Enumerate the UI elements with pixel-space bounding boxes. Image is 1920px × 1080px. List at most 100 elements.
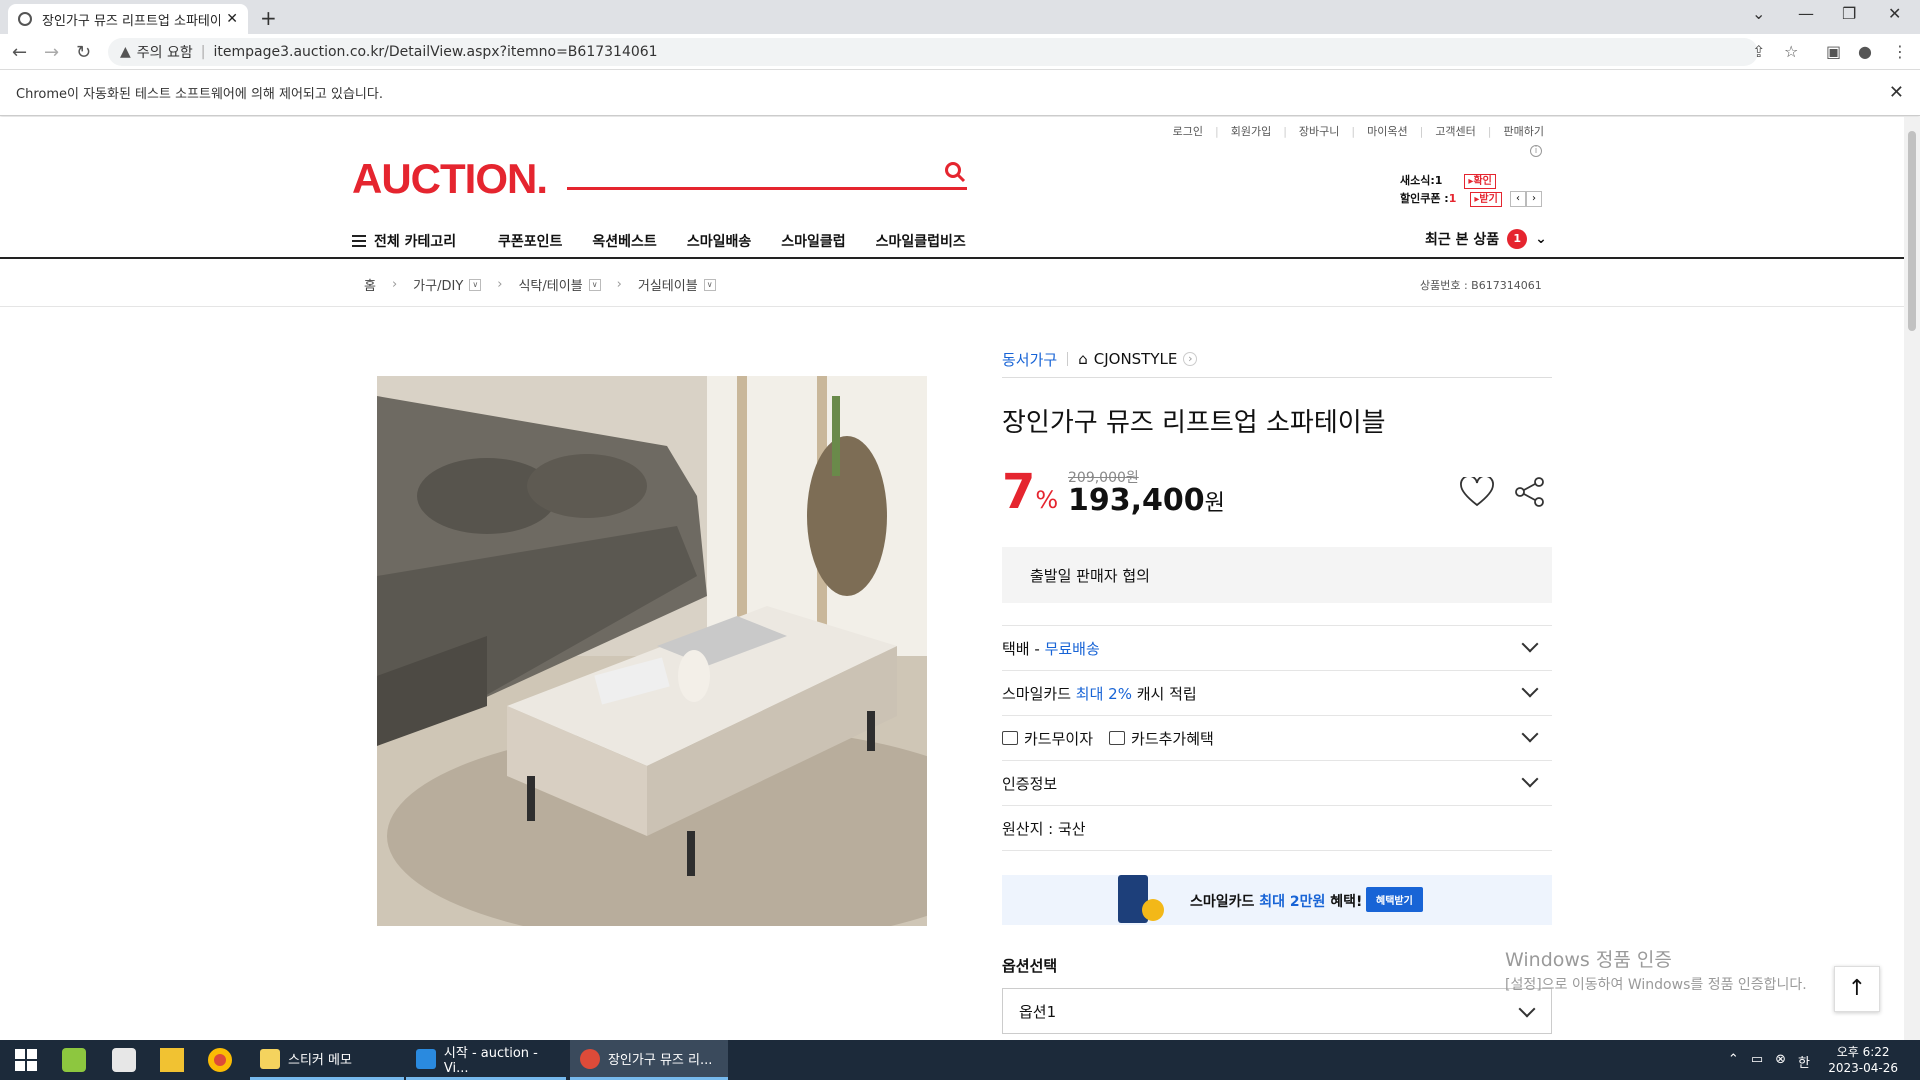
- network-icon[interactable]: ▭: [1751, 1052, 1763, 1071]
- app-icon[interactable]: [112, 1048, 136, 1072]
- customer-center-link[interactable]: 고객센터: [1420, 123, 1475, 139]
- automation-infobar: Chrome이 자동화된 테스트 소프트웨어에 의해 제어되고 있습니다. ✕: [0, 70, 1920, 116]
- product-image[interactable]: [377, 376, 927, 926]
- new-message-label: 새소식:: [1400, 174, 1435, 187]
- chrome-icon[interactable]: [208, 1048, 232, 1072]
- breadcrumb-home[interactable]: 홈: [364, 275, 376, 294]
- close-window-button[interactable]: ✕: [1888, 4, 1901, 23]
- recent-items-button[interactable]: 최근 본 상품 1 ⌄: [1425, 229, 1547, 249]
- product-code: 상품번호 : B617314061: [1420, 279, 1542, 292]
- taskbar-app-chrome[interactable]: 장인가구 뮤즈 리...: [570, 1040, 728, 1080]
- nav-smile-club[interactable]: 스마일클럽: [781, 231, 845, 251]
- smilecard-highlight: 최대 2%: [1075, 684, 1132, 703]
- globe-icon: [18, 12, 32, 26]
- share-icon[interactable]: [1514, 477, 1546, 507]
- chevron-down-icon[interactable]: ∨: [469, 278, 482, 291]
- reload-button[interactable]: ↻: [76, 42, 91, 63]
- sell-link[interactable]: 판매하기: [1488, 123, 1544, 139]
- sale-price: 193,400원: [1068, 483, 1225, 518]
- minimize-button[interactable]: —: [1798, 4, 1814, 23]
- smilecard-row[interactable]: 스마일카드 최대 2% 캐시 적립: [1002, 671, 1552, 716]
- prev-arrow-icon[interactable]: ‹: [1510, 191, 1526, 207]
- smilecard-label: 스마일카드: [1002, 684, 1072, 703]
- all-category-button[interactable]: 전체 카테고리: [352, 231, 456, 251]
- ime-icon[interactable]: 한: [1798, 1052, 1810, 1071]
- nav-auction-best[interactable]: 옥션베스트: [592, 231, 656, 251]
- browser-tab[interactable]: 장인가구 뮤즈 리프트업 소파테이블 ✕: [8, 4, 248, 34]
- auction-logo[interactable]: AUCTION.: [352, 155, 548, 203]
- breadcrumb-item[interactable]: 식탁/테이블: [518, 275, 582, 294]
- my-auction-link[interactable]: 마이옥션: [1351, 123, 1407, 139]
- chevron-down-icon: [1521, 770, 1539, 788]
- chevron-down-icon[interactable]: ∨: [588, 278, 601, 291]
- url-text: itempage3.auction.co.kr/DetailView.aspx?…: [213, 44, 658, 60]
- hamburger-icon: [352, 235, 366, 247]
- nav-smile-club-biz[interactable]: 스마일클럽비즈: [876, 231, 966, 251]
- tab-search-icon[interactable]: ⌄: [1752, 4, 1765, 23]
- recent-count-badge: 1: [1507, 229, 1528, 249]
- system-clock[interactable]: 오후 6:22 2023-04-26: [1828, 1044, 1898, 1076]
- chevron-down-icon: [1521, 680, 1539, 698]
- search-input[interactable]: [567, 187, 967, 190]
- forward-button[interactable]: →: [44, 42, 59, 63]
- side-panel-icon[interactable]: ▣: [1826, 42, 1841, 61]
- scrollbar-thumb[interactable]: [1908, 131, 1916, 331]
- search-icon[interactable]: [944, 161, 966, 189]
- card-benefit-row[interactable]: 카드무이자 카드추가혜택: [1002, 716, 1552, 761]
- menu-kebab-icon[interactable]: ⋮: [1892, 42, 1908, 61]
- option-select[interactable]: 옵션1: [1002, 988, 1552, 1034]
- sticky-notes-icon: [260, 1048, 280, 1069]
- profile-icon[interactable]: ●: [1858, 42, 1872, 61]
- taskbar-app-vscode[interactable]: 시작 - auction - Vi...: [406, 1040, 566, 1080]
- cart-link[interactable]: 장바구니: [1283, 123, 1339, 139]
- bookmark-star-icon[interactable]: ☆: [1784, 42, 1798, 61]
- coupon-count: 1: [1448, 192, 1457, 205]
- chevron-right-icon[interactable]: ›: [1183, 352, 1198, 366]
- breadcrumb-item[interactable]: 가구/DIY: [413, 275, 463, 294]
- close-infobar-icon[interactable]: ✕: [1889, 82, 1904, 103]
- breadcrumb-item[interactable]: 거실테이블: [638, 275, 698, 294]
- home-icon: ⌂: [1078, 350, 1088, 368]
- volume-icon[interactable]: ⊗: [1775, 1052, 1786, 1071]
- scroll-to-top-button[interactable]: ↑: [1834, 966, 1880, 1012]
- chevron-right-icon: ›: [616, 277, 622, 292]
- url-input[interactable]: ▲ 주의 요함 | itempage3.auction.co.kr/Detail…: [108, 38, 1758, 66]
- signup-link[interactable]: 회원가입: [1215, 123, 1271, 139]
- info-icon[interactable]: i: [1530, 145, 1542, 157]
- login-link[interactable]: 로그인: [1173, 123, 1203, 139]
- heart-icon[interactable]: [1460, 477, 1494, 507]
- tray-chevron-icon[interactable]: ⌃: [1728, 1052, 1739, 1071]
- seller-name[interactable]: 동서가구: [1002, 349, 1057, 370]
- next-arrow-icon[interactable]: ›: [1526, 191, 1542, 207]
- back-button[interactable]: ←: [12, 42, 27, 63]
- smilecard-post: 캐시 적립: [1136, 684, 1197, 703]
- restore-button[interactable]: ❐: [1842, 4, 1856, 23]
- benefit-button[interactable]: 혜택받기: [1366, 887, 1423, 912]
- delivery-row[interactable]: 택배 - 무료배송: [1002, 626, 1552, 671]
- certification-label: 인증정보: [1002, 774, 1058, 793]
- scrollbar[interactable]: [1904, 117, 1920, 1040]
- coupon-label: 할인쿠폰 :: [1400, 192, 1449, 205]
- windows-start-icon[interactable]: [14, 1048, 38, 1072]
- new-message-button[interactable]: ▸확인: [1464, 174, 1496, 189]
- tab-strip: 장인가구 뮤즈 리프트업 소파테이블 ✕ + ⌄ — ❐ ✕: [0, 0, 1920, 34]
- chevron-down-icon[interactable]: ∨: [703, 278, 716, 291]
- smilecard-banner[interactable]: 스마일카드 최대 2만원 혜택! 혜택받기: [1002, 875, 1552, 925]
- app-icon[interactable]: [62, 1048, 86, 1072]
- coupon-button[interactable]: ▸받기: [1470, 192, 1502, 207]
- product-title: 장인가구 뮤즈 리프트업 소파테이블: [1002, 408, 1386, 438]
- store-name[interactable]: CJONSTYLE: [1094, 350, 1178, 368]
- nav-coupon-point[interactable]: 쿠폰포인트: [498, 231, 562, 251]
- chevron-down-icon: [1518, 1000, 1536, 1018]
- close-tab-icon[interactable]: ✕: [226, 11, 238, 27]
- taskbar-app-sticky-notes[interactable]: 스티커 메모: [250, 1040, 404, 1080]
- system-tray: ⌃ ▭ ⊗ 한: [1728, 1052, 1810, 1071]
- card-benefit-label: 카드추가혜택: [1131, 729, 1214, 748]
- file-explorer-icon[interactable]: [160, 1048, 184, 1072]
- nav-smile-delivery[interactable]: 스마일배송: [687, 231, 751, 251]
- share-page-icon[interactable]: ⇪: [1752, 42, 1765, 61]
- windows-activation-watermark: Windows 정품 인증 [설정]으로 이동하여 Windows를 정품 인증…: [1505, 949, 1807, 993]
- new-tab-button[interactable]: +: [260, 6, 277, 30]
- automation-notice: Chrome이 자동화된 테스트 소프트웨어에 의해 제어되고 있습니다.: [16, 87, 383, 102]
- certification-row[interactable]: 인증정보: [1002, 761, 1552, 806]
